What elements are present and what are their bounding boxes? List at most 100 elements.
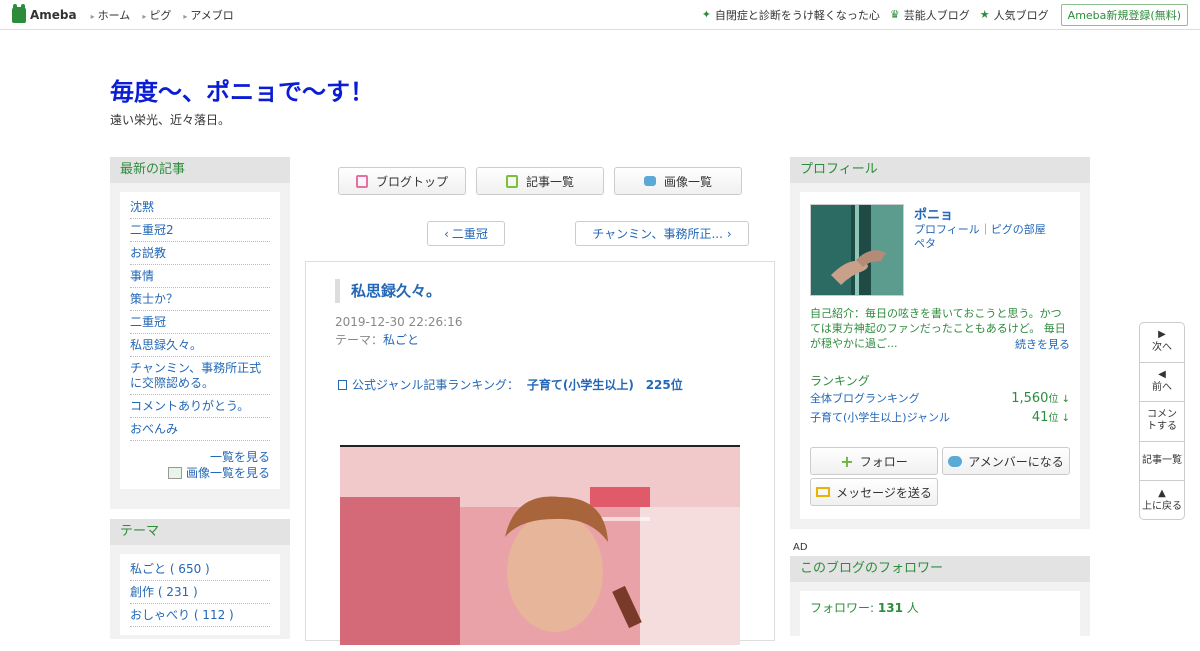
next-label: 次へ <box>1152 342 1172 354</box>
recent-posts-heading: 最新の記事 <box>110 157 290 183</box>
recent-post-item[interactable]: 二重冠2 <box>130 219 270 242</box>
theme-link[interactable]: 私ごと <box>383 333 419 347</box>
recent-posts-list: 沈黙 二重冠2 お説教 事情 策士か？ 二重冠 私思録久々。 チャンミン、事務所… <box>120 192 280 489</box>
photo-illustration <box>340 447 740 645</box>
image-list-icon <box>167 467 182 479</box>
nav-home[interactable]: ホーム <box>91 7 131 23</box>
message-button[interactable]: メッセージを送る <box>810 478 938 506</box>
overall-ranking-value: 1,560位 ↓ <box>1011 390 1070 406</box>
next-button[interactable]: ▶ 次へ <box>1140 323 1184 363</box>
blog-top-button[interactable]: ブログトップ <box>338 167 466 195</box>
overall-ranking-label: 全体ブログランキング <box>810 392 920 405</box>
amember-label: アメンバーになる <box>968 454 1064 469</box>
followers-count[interactable]: 131 <box>878 601 903 615</box>
follow-button[interactable]: + フォロー <box>810 447 938 475</box>
theme-item[interactable]: 私ごと ( 650 ) <box>130 558 270 581</box>
article-list-button[interactable]: 記事一覧 <box>476 167 604 195</box>
prev-button[interactable]: ◀ 前へ <box>1140 363 1184 402</box>
ameba-logo-icon <box>12 3 26 23</box>
profile-panel: プロフィール ポニョ プロフィール｜ピグの部屋 ペタ 自己紹介：毎日の呟きを書い… <box>790 157 1090 529</box>
arrow-right-icon: ▶ <box>1158 329 1166 341</box>
nav-ameblo[interactable]: アメブロ <box>183 7 233 23</box>
back-to-top-button[interactable]: ▲ 上に戻る <box>1140 481 1184 521</box>
chat-bubble-icon <box>948 455 963 467</box>
ranking-icon <box>338 380 347 390</box>
popular-blog-link[interactable]: ★ 人気ブログ <box>980 7 1049 23</box>
overall-ranking-number: 1,560 <box>1011 391 1049 406</box>
view-all-images-label: 画像一覧を見る <box>185 466 270 480</box>
recent-post-item[interactable]: 二重冠 <box>130 311 270 334</box>
next-article-link[interactable]: チャンミン、事務所正... › <box>575 221 749 246</box>
comment-button[interactable]: コメントする <box>1140 402 1184 442</box>
crown-icon: ♛ <box>889 8 900 21</box>
article-theme: テーマ：私ごと <box>335 331 419 348</box>
recent-post-item[interactable]: 事情 <box>130 265 270 288</box>
view-all-images-link[interactable]: 画像一覧を見る <box>130 465 270 481</box>
genre-ranking-label: 子育て(小学生以上)ジャンル <box>810 411 951 424</box>
chevron-right-icon: › <box>726 226 732 241</box>
read-more-link[interactable]: 続きを見る <box>1015 336 1070 352</box>
ranking-genre: 子育て(小学生以上) <box>526 378 634 392</box>
camera-icon <box>643 176 656 186</box>
back-to-top-label: 上に戻る <box>1142 500 1182 512</box>
featured-blog-label: 自閉症と診断をうけ軽くなった心 <box>714 8 880 22</box>
plus-icon: + <box>840 451 854 471</box>
theme-item[interactable]: 創作 ( 231 ) <box>130 581 270 604</box>
popular-blog-label: 人気ブログ <box>993 8 1049 22</box>
overall-ranking-row[interactable]: 全体ブログランキング 1,560位 ↓ <box>810 390 1070 406</box>
recent-post-item[interactable]: チャンミン、事務所正式に交際認める。 <box>130 357 270 395</box>
recent-post-item[interactable]: 私思録久々。 <box>130 334 270 357</box>
genre-ranking-number: 41 <box>1031 410 1049 425</box>
followers-body: フォロワー: 131 人 <box>800 591 1080 651</box>
header-right: ✦ 自閉症と診断をうけ軽くなった心 ♛ 芸能人ブログ ★ 人気ブログ Ameba… <box>692 3 1188 26</box>
avatar[interactable] <box>810 204 904 296</box>
nav-pigg[interactable]: ピグ <box>142 7 171 23</box>
profile-links: プロフィール｜ピグの部屋 ペタ <box>914 223 1064 251</box>
celebrity-blog-link[interactable]: ♛ 芸能人ブログ <box>890 7 970 23</box>
logo-text: Ameba <box>30 7 77 22</box>
floating-nav: ▶ 次へ ◀ 前へ コメントする 記事一覧 ▲ 上に戻る <box>1139 322 1185 520</box>
overall-ranking-unit: 位 ↓ <box>1048 394 1070 405</box>
image-list-label: 画像一覧 <box>663 174 712 189</box>
article-list-float-label: 記事一覧 <box>1142 454 1182 466</box>
blog-top-label: ブログトップ <box>375 174 448 189</box>
prev-label: 前へ <box>1152 381 1172 393</box>
prev-article-link[interactable]: ‹ 二重冠 <box>427 221 505 246</box>
genre-ranking-value: 41位 ↓ <box>1032 409 1070 425</box>
article-date: 2019-12-30 22:26:16 <box>335 315 463 329</box>
celebrity-blog-label: 芸能人ブログ <box>903 8 970 22</box>
article-photo[interactable] <box>340 445 740 645</box>
next-article-label: チャンミン、事務所正... <box>592 227 723 241</box>
peta-link[interactable]: ペタ <box>914 237 1064 251</box>
ameba-logo[interactable]: Ameba <box>12 3 77 23</box>
image-list-button[interactable]: 画像一覧 <box>614 167 742 195</box>
article: 私思録久々。 2019-12-30 22:26:16 テーマ：私ごと 公式ジャン… <box>305 261 775 645</box>
theme-item[interactable]: おしゃべり ( 112 ) <box>130 604 270 627</box>
article-title[interactable]: 私思録久々。 <box>335 279 441 303</box>
view-all-posts-link[interactable]: 一覧を見る <box>130 449 270 465</box>
followers-panel: このブログのフォロワー フォロワー: 131 人 <box>790 556 1090 651</box>
recent-post-item[interactable]: お説教 <box>130 242 270 265</box>
amember-button[interactable]: アメンバーになる <box>942 447 1070 475</box>
genre-ranking-row[interactable]: 子育て(小学生以上)ジャンル 41位 ↓ <box>810 409 1070 425</box>
recent-post-item[interactable]: コメントありがとう。 <box>130 395 270 418</box>
article-list-float-button[interactable]: 記事一覧 <box>1140 442 1184 481</box>
ranking-heading: ランキング <box>810 374 870 388</box>
signup-button[interactable]: Ameba新規登録(無料) <box>1060 3 1188 26</box>
featured-blog-link[interactable]: ✦ 自閉症と診断をうけ軽くなった心 <box>702 7 880 23</box>
blog-title[interactable]: 毎度～、ポニョで～す！ <box>110 72 374 107</box>
recent-post-item[interactable]: 策士か？ <box>130 288 270 311</box>
avatar-image <box>811 205 903 295</box>
follow-label: フォロー <box>859 454 908 469</box>
profile-name[interactable]: ポニョ <box>914 204 953 223</box>
profile-and-pigg-links[interactable]: プロフィール｜ピグの部屋 <box>914 223 1064 237</box>
recent-post-item[interactable]: おべんみ <box>130 418 270 441</box>
recent-post-item[interactable]: 沈黙 <box>130 196 270 219</box>
sparkle-icon: ✦ <box>701 8 711 21</box>
message-label: メッセージを送る <box>836 485 932 500</box>
prev-article-label: 二重冠 <box>451 227 488 241</box>
pages-icon <box>505 174 518 188</box>
recent-posts-panel: 最新の記事 沈黙 二重冠2 お説教 事情 策士か？ 二重冠 私思録久々。 チャン… <box>110 157 290 509</box>
genre-ranking-link[interactable]: 公式ジャンル記事ランキング： 子育て(小学生以上) 225位 <box>338 376 683 393</box>
genre-ranking-unit: 位 ↓ <box>1048 413 1070 424</box>
